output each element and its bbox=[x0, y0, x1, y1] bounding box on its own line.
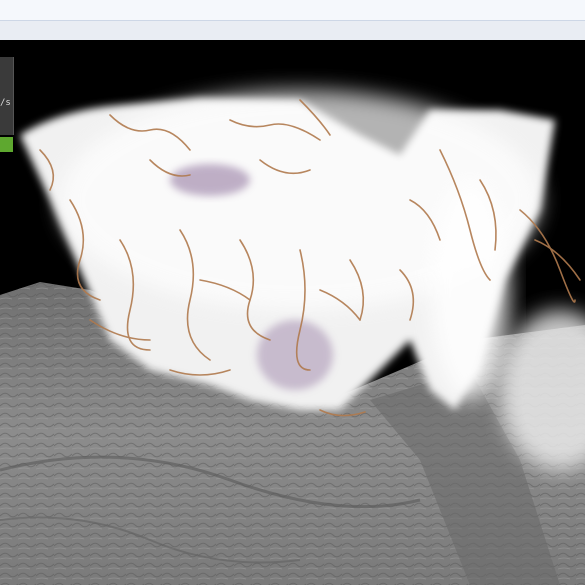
green-status-icon bbox=[0, 137, 13, 152]
render-hud: /s bbox=[0, 57, 14, 152]
render-viewport[interactable]: /s bbox=[0, 40, 585, 585]
browser-toolbar bbox=[0, 0, 585, 41]
volume-render bbox=[0, 90, 585, 585]
address-bar[interactable] bbox=[0, 0, 585, 21]
fps-readout: /s bbox=[0, 98, 11, 108]
